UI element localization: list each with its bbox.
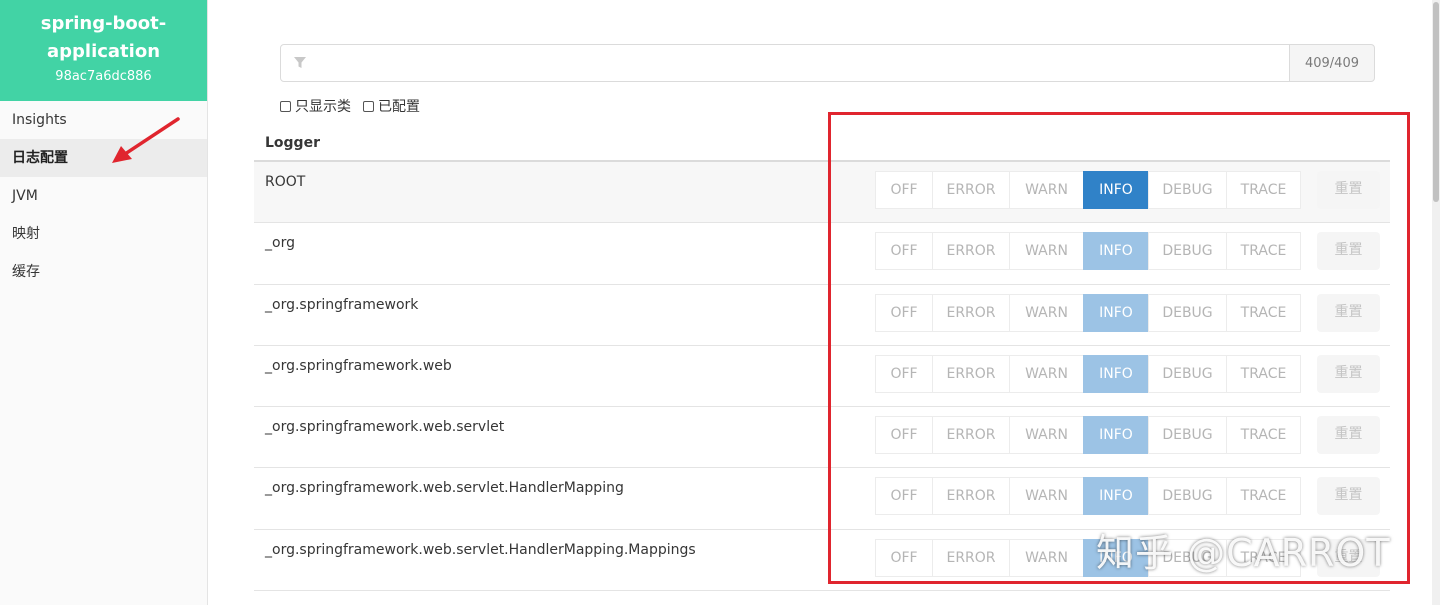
main-content: 409/409 只显示类 已配置 Logger ROOT OFF ERROR WARN… — [208, 0, 1440, 605]
reset-button[interactable]: 重置 — [1317, 293, 1380, 332]
level-button-info[interactable]: INFO — [1083, 293, 1149, 332]
filter-options: 只显示类 已配置 — [280, 96, 420, 116]
logger-filter: 409/409 — [280, 44, 1375, 82]
level-button-off[interactable]: OFF — [875, 171, 933, 209]
level-button-warn[interactable]: WARN — [1009, 416, 1084, 455]
level-button-debug[interactable]: DEBUG — [1148, 293, 1227, 332]
sidebar: spring-boot-application 98ac7a6dc886 Ins… — [0, 0, 208, 605]
level-button-off[interactable]: OFF — [875, 416, 933, 455]
logger-row: _org.springframework.web.servlet OFF ERROR… — [254, 407, 1390, 469]
level-button-debug[interactable]: DEBUG — [1148, 477, 1227, 516]
level-button-info[interactable]: INFO — [1083, 232, 1149, 271]
logger-row: _org OFF ERROR WARN INFO DEBUG TRACE 重置 — [254, 223, 1390, 285]
level-button-info[interactable]: INFO — [1083, 354, 1149, 393]
app-instance-id: 98ac7a6dc886 — [55, 69, 152, 84]
level-button-group: OFF ERROR WARN INFO DEBUG TRACE — [875, 538, 1301, 577]
level-button-off[interactable]: OFF — [875, 538, 933, 577]
logger-name: ROOT — [265, 174, 306, 190]
level-button-warn[interactable]: WARN — [1009, 293, 1084, 332]
sidebar-item-jvm[interactable]: JVM — [0, 177, 207, 215]
level-button-warn[interactable]: WARN — [1009, 538, 1084, 577]
level-button-warn[interactable]: WARN — [1009, 354, 1084, 393]
logger-rows: ROOT OFF ERROR WARN INFO DEBUG TRACE 重置 _org OFF E… — [254, 162, 1390, 592]
level-button-info[interactable]: INFO — [1083, 171, 1149, 209]
reset-button[interactable]: 重置 — [1317, 477, 1380, 516]
level-button-warn[interactable]: WARN — [1009, 477, 1084, 516]
logger-row: _org.springframework.web.servlet.Handler… — [254, 468, 1390, 530]
level-button-warn[interactable]: WARN — [1009, 232, 1084, 271]
level-button-off[interactable]: OFF — [875, 232, 933, 271]
level-button-trace[interactable]: TRACE — [1226, 232, 1301, 271]
level-button-error[interactable]: ERROR — [932, 232, 1010, 271]
level-button-group: OFF ERROR WARN INFO DEBUG TRACE — [875, 171, 1301, 209]
level-button-trace[interactable]: TRACE — [1226, 171, 1301, 209]
level-button-info[interactable]: INFO — [1083, 416, 1149, 455]
level-button-error[interactable]: ERROR — [932, 171, 1010, 209]
level-button-error[interactable]: ERROR — [932, 354, 1010, 393]
logger-name: _org.springframework.web.servlet.Handler… — [265, 480, 624, 497]
level-button-error[interactable]: ERROR — [932, 477, 1010, 516]
filter-icon — [294, 57, 306, 68]
level-button-off[interactable]: OFF — [875, 354, 933, 393]
logger-row: _org.springframework.web OFF ERROR WARN INFO… — [254, 346, 1390, 408]
level-button-trace[interactable]: TRACE — [1226, 538, 1301, 577]
level-button-off[interactable]: OFF — [875, 477, 933, 516]
level-button-debug[interactable]: DEBUG — [1148, 538, 1227, 577]
sidebar-item-logging[interactable]: 日志配置 — [0, 139, 207, 177]
logger-name: _org.springframework.web.servlet — [265, 419, 505, 436]
level-button-error[interactable]: ERROR — [932, 538, 1010, 577]
logger-table: Logger ROOT OFF ERROR WARN INFO DEBUG TRACE 重置 _… — [254, 126, 1390, 592]
app-name: spring-boot-application — [40, 13, 167, 62]
level-button-error[interactable]: ERROR — [932, 416, 1010, 455]
logger-column-header: Logger — [254, 126, 1390, 162]
level-button-debug[interactable]: DEBUG — [1148, 416, 1227, 455]
level-button-debug[interactable]: DEBUG — [1148, 232, 1227, 271]
reset-button[interactable]: 重置 — [1317, 416, 1380, 455]
level-button-debug[interactable]: DEBUG — [1148, 171, 1227, 209]
level-button-group: OFF ERROR WARN INFO DEBUG TRACE — [875, 293, 1301, 332]
logger-name: _org.springframework.web.servlet.Handler… — [265, 541, 696, 558]
level-button-trace[interactable]: TRACE — [1226, 477, 1301, 516]
logger-count: 409/409 — [1289, 44, 1375, 82]
level-button-warn[interactable]: WARN — [1009, 171, 1084, 209]
reset-button[interactable]: 重置 — [1317, 354, 1380, 393]
level-button-trace[interactable]: TRACE — [1226, 354, 1301, 393]
scrollbar-thumb[interactable] — [1433, 2, 1439, 202]
app-header[interactable]: spring-boot-application 98ac7a6dc886 — [0, 0, 207, 101]
level-button-trace[interactable]: TRACE — [1226, 293, 1301, 332]
configured-label: 已配置 — [378, 99, 420, 115]
level-button-group: OFF ERROR WARN INFO DEBUG TRACE — [875, 416, 1301, 455]
sidebar-item-mappings[interactable]: 映射 — [0, 215, 207, 253]
level-button-info[interactable]: INFO — [1083, 538, 1149, 577]
level-button-group: OFF ERROR WARN INFO DEBUG TRACE — [875, 354, 1301, 393]
sidebar-item-insights[interactable]: Insights — [0, 101, 207, 139]
level-button-group: OFF ERROR WARN INFO DEBUG TRACE — [875, 232, 1301, 271]
level-button-debug[interactable]: DEBUG — [1148, 354, 1227, 393]
level-button-info[interactable]: INFO — [1083, 477, 1149, 516]
level-button-group: OFF ERROR WARN INFO DEBUG TRACE — [875, 477, 1301, 516]
reset-button[interactable]: 重置 — [1317, 171, 1380, 209]
logger-name: _org.springframework — [265, 296, 419, 313]
logger-name: _org.springframework.web — [265, 357, 452, 374]
only-classes-checkbox[interactable]: 只显示类 — [280, 96, 351, 116]
logger-row: ROOT OFF ERROR WARN INFO DEBUG TRACE 重置 — [254, 162, 1390, 224]
reset-button[interactable]: 重置 — [1317, 232, 1380, 271]
logger-name: _org — [265, 235, 295, 252]
level-button-off[interactable]: OFF — [875, 293, 933, 332]
checkbox-icon[interactable] — [363, 100, 374, 112]
sidebar-item-caches[interactable]: 缓存 — [0, 253, 207, 291]
scrollbar[interactable] — [1432, 0, 1440, 605]
filter-input[interactable] — [280, 44, 1290, 82]
checkbox-icon[interactable] — [280, 100, 291, 112]
level-button-trace[interactable]: TRACE — [1226, 416, 1301, 455]
only-classes-label: 只显示类 — [295, 99, 351, 115]
reset-button[interactable]: 重置 — [1317, 538, 1380, 577]
logger-row: _org.springframework.web.servlet.Handler… — [254, 530, 1390, 592]
configured-checkbox[interactable]: 已配置 — [363, 96, 420, 116]
level-button-error[interactable]: ERROR — [932, 293, 1010, 332]
logger-row: _org.springframework OFF ERROR WARN INFO DEBU… — [254, 285, 1390, 346]
